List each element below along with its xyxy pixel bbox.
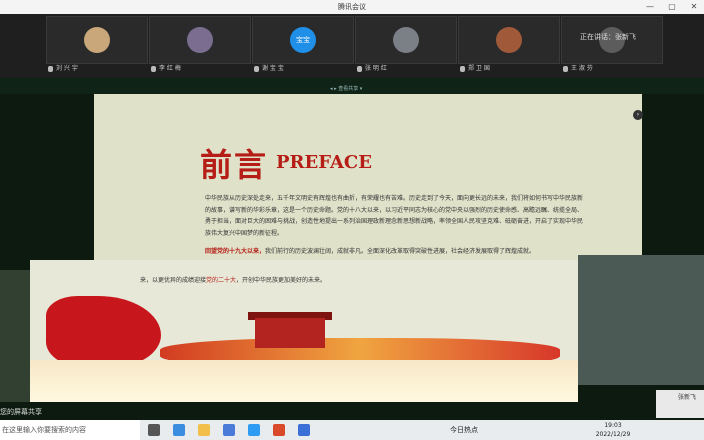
participant-name-text: 王 淑 芬 <box>571 65 593 72</box>
slide-paragraph-2: 回望党的十九大以来，我们前行的历史波澜壮阔，成就非凡。全面深化改革取得突破性进展… <box>205 246 585 255</box>
self-video-mini[interactable]: 张新飞 <box>656 390 704 418</box>
desktop-background <box>578 255 704 385</box>
mic-icon <box>460 65 465 72</box>
avatar: 宝宝 <box>290 27 316 53</box>
edge-icon[interactable] <box>173 424 185 436</box>
slide2-text-red: 党的二十大 <box>206 277 237 284</box>
mic-icon <box>151 65 156 72</box>
powerpoint-icon[interactable] <box>273 424 285 436</box>
participant-tile[interactable] <box>46 16 148 64</box>
participant-name-text: 李 红 梅 <box>159 65 181 72</box>
slide-paragraph-2-text: 我们前行的历史波澜壮阔，成就非凡。全面深化改革取得突破性进展，社会经济发展取得了… <box>265 248 536 255</box>
desktop-background <box>0 270 30 402</box>
participant-name: 谢 宝 宝 <box>254 64 284 73</box>
active-speaker-label: 正在讲话：张新飞 <box>580 33 636 41</box>
slide-title: 前言 <box>200 146 269 184</box>
mic-icon <box>48 65 53 72</box>
store-icon[interactable] <box>223 424 235 436</box>
mic-icon <box>357 65 362 72</box>
tiananmen-image <box>255 318 325 348</box>
participant-tile[interactable] <box>355 16 457 64</box>
minimize-button[interactable]: — <box>640 0 660 14</box>
slide2-text: 来，以更优异的成绩迎接党的二十大，开创中华民族更加美好的未来。 <box>140 275 326 284</box>
participant-name-text: 谢 宝 宝 <box>262 65 284 72</box>
slide2-text-before: 来，以更优异的成绩迎接 <box>140 277 207 284</box>
avatar <box>393 27 419 53</box>
mic-icon <box>563 65 568 72</box>
slide-paragraph-2-bold: 回望党的十九大以来， <box>205 248 266 255</box>
participant-name: 王 淑 芬 <box>563 64 593 73</box>
taskbar-search-input[interactable]: 在这里输入你要搜索的内容 <box>0 420 140 440</box>
app-icon[interactable] <box>298 424 310 436</box>
participant-name: 李 红 梅 <box>151 64 181 73</box>
folder-icon[interactable] <box>198 424 210 436</box>
slide-title-english: PREFACE <box>276 152 372 173</box>
cloud-decoration <box>30 360 578 402</box>
avatar <box>84 27 110 53</box>
participant-name: 刘 兴 宇 <box>48 64 78 73</box>
screen-share-label: 您的屏幕共享 <box>0 408 42 416</box>
meeting-icon[interactable] <box>248 424 260 436</box>
clock[interactable]: 19:03 2022/12/29 <box>588 421 638 439</box>
participant-name: 张 明 红 <box>357 64 387 73</box>
participant-name-text: 张 明 红 <box>365 65 387 72</box>
mic-icon <box>254 65 259 72</box>
participant-name-text: 郑 卫 国 <box>468 65 490 72</box>
task-view-icon[interactable] <box>148 424 160 436</box>
avatar <box>496 27 522 53</box>
maximize-button[interactable]: ▢ <box>662 0 682 14</box>
slide2-text-after: ，开创中华民族更加美好的未来。 <box>236 277 327 284</box>
avatar <box>187 27 213 53</box>
close-button[interactable]: ✕ <box>684 0 704 14</box>
next-page-icon[interactable]: › <box>633 110 643 120</box>
participant-tile[interactable]: 宝宝 <box>252 16 354 64</box>
slide-paragraph: 中华民族从历史深处走来，五千年文明史有辉煌也有曲折，有荣耀也有苦难。历史走到了今… <box>205 195 584 237</box>
window-title: 腾讯会议 <box>338 3 366 11</box>
view-share-dropdown[interactable]: ◂ ▸ 查看共享 ▾ <box>330 85 362 92</box>
participant-name: 郑 卫 国 <box>460 64 490 73</box>
participant-tile[interactable] <box>149 16 251 64</box>
participant-tile[interactable] <box>458 16 560 64</box>
participant-name-text: 刘 兴 宇 <box>56 65 78 72</box>
clock-date: 2022/12/29 <box>595 431 631 438</box>
clock-time: 19:03 <box>604 422 622 429</box>
mini-cam-name: 张新飞 <box>678 394 697 401</box>
news-widget[interactable]: 今日热点 <box>450 420 478 440</box>
